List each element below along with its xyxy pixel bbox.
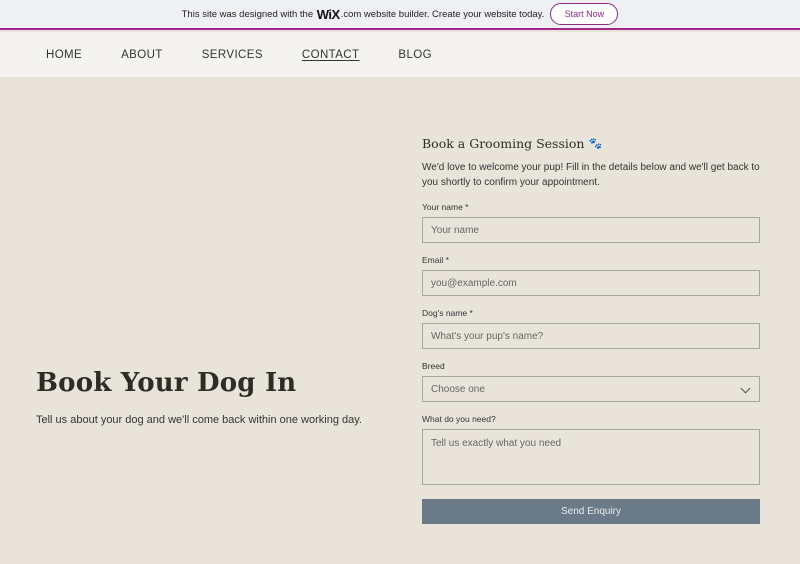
email-placeholder: you@example.com — [431, 277, 517, 289]
name-placeholder: Your name — [431, 224, 479, 236]
nav-item-services[interactable]: SERVICES — [202, 49, 263, 61]
wix-banner: This site was designed with the WiX .com … — [0, 0, 800, 30]
banner-prefix: This site was designed with the — [181, 8, 314, 20]
banner-suffix: .com website builder. Create your websit… — [340, 8, 545, 20]
dog-name-placeholder: What's your pup's name? — [431, 330, 544, 342]
main-nav: HOME ABOUT SERVICES CONTACT BLOG — [0, 32, 800, 77]
name-label: Your name * — [422, 202, 469, 212]
form-intro: We'd love to welcome your pup! Fill in t… — [422, 162, 760, 188]
chevron-down-icon — [740, 383, 751, 394]
needs-label: What do you need? — [422, 414, 496, 424]
dog-name-label: Dog's name * — [422, 308, 473, 318]
booking-form: Book a Grooming Session 🐾 We'd love to w… — [422, 136, 760, 524]
wix-logo[interactable]: WiX — [317, 7, 340, 22]
needs-placeholder: Tell us exactly what you need — [431, 438, 562, 449]
form-title-row: Book a Grooming Session 🐾 — [422, 136, 760, 151]
breed-selected-value: Choose one — [431, 383, 485, 395]
paw-icon: 🐾 — [588, 137, 603, 150]
hero-title: Book Your Dog In — [36, 368, 297, 398]
email-field[interactable]: you@example.com — [422, 270, 760, 296]
nav-item-blog[interactable]: BLOG — [398, 49, 432, 61]
dog-name-field[interactable]: What's your pup's name? — [422, 323, 760, 349]
email-label: Email * — [422, 255, 449, 265]
breed-select[interactable]: Choose one — [422, 376, 760, 402]
breed-label: Breed — [422, 361, 445, 371]
needs-textarea[interactable]: Tell us exactly what you need — [422, 429, 760, 485]
form-title: Book a Grooming Session — [422, 136, 585, 151]
send-enquiry-button[interactable]: Send Enquiry — [422, 499, 760, 524]
nav-item-contact[interactable]: CONTACT — [302, 49, 360, 61]
nav-item-about[interactable]: ABOUT — [121, 49, 163, 61]
start-now-button[interactable]: Start Now — [550, 3, 619, 25]
hero-subtitle: Tell us about your dog and we'll come ba… — [36, 414, 362, 426]
name-field[interactable]: Your name — [422, 217, 760, 243]
nav-item-home[interactable]: HOME — [46, 49, 82, 61]
